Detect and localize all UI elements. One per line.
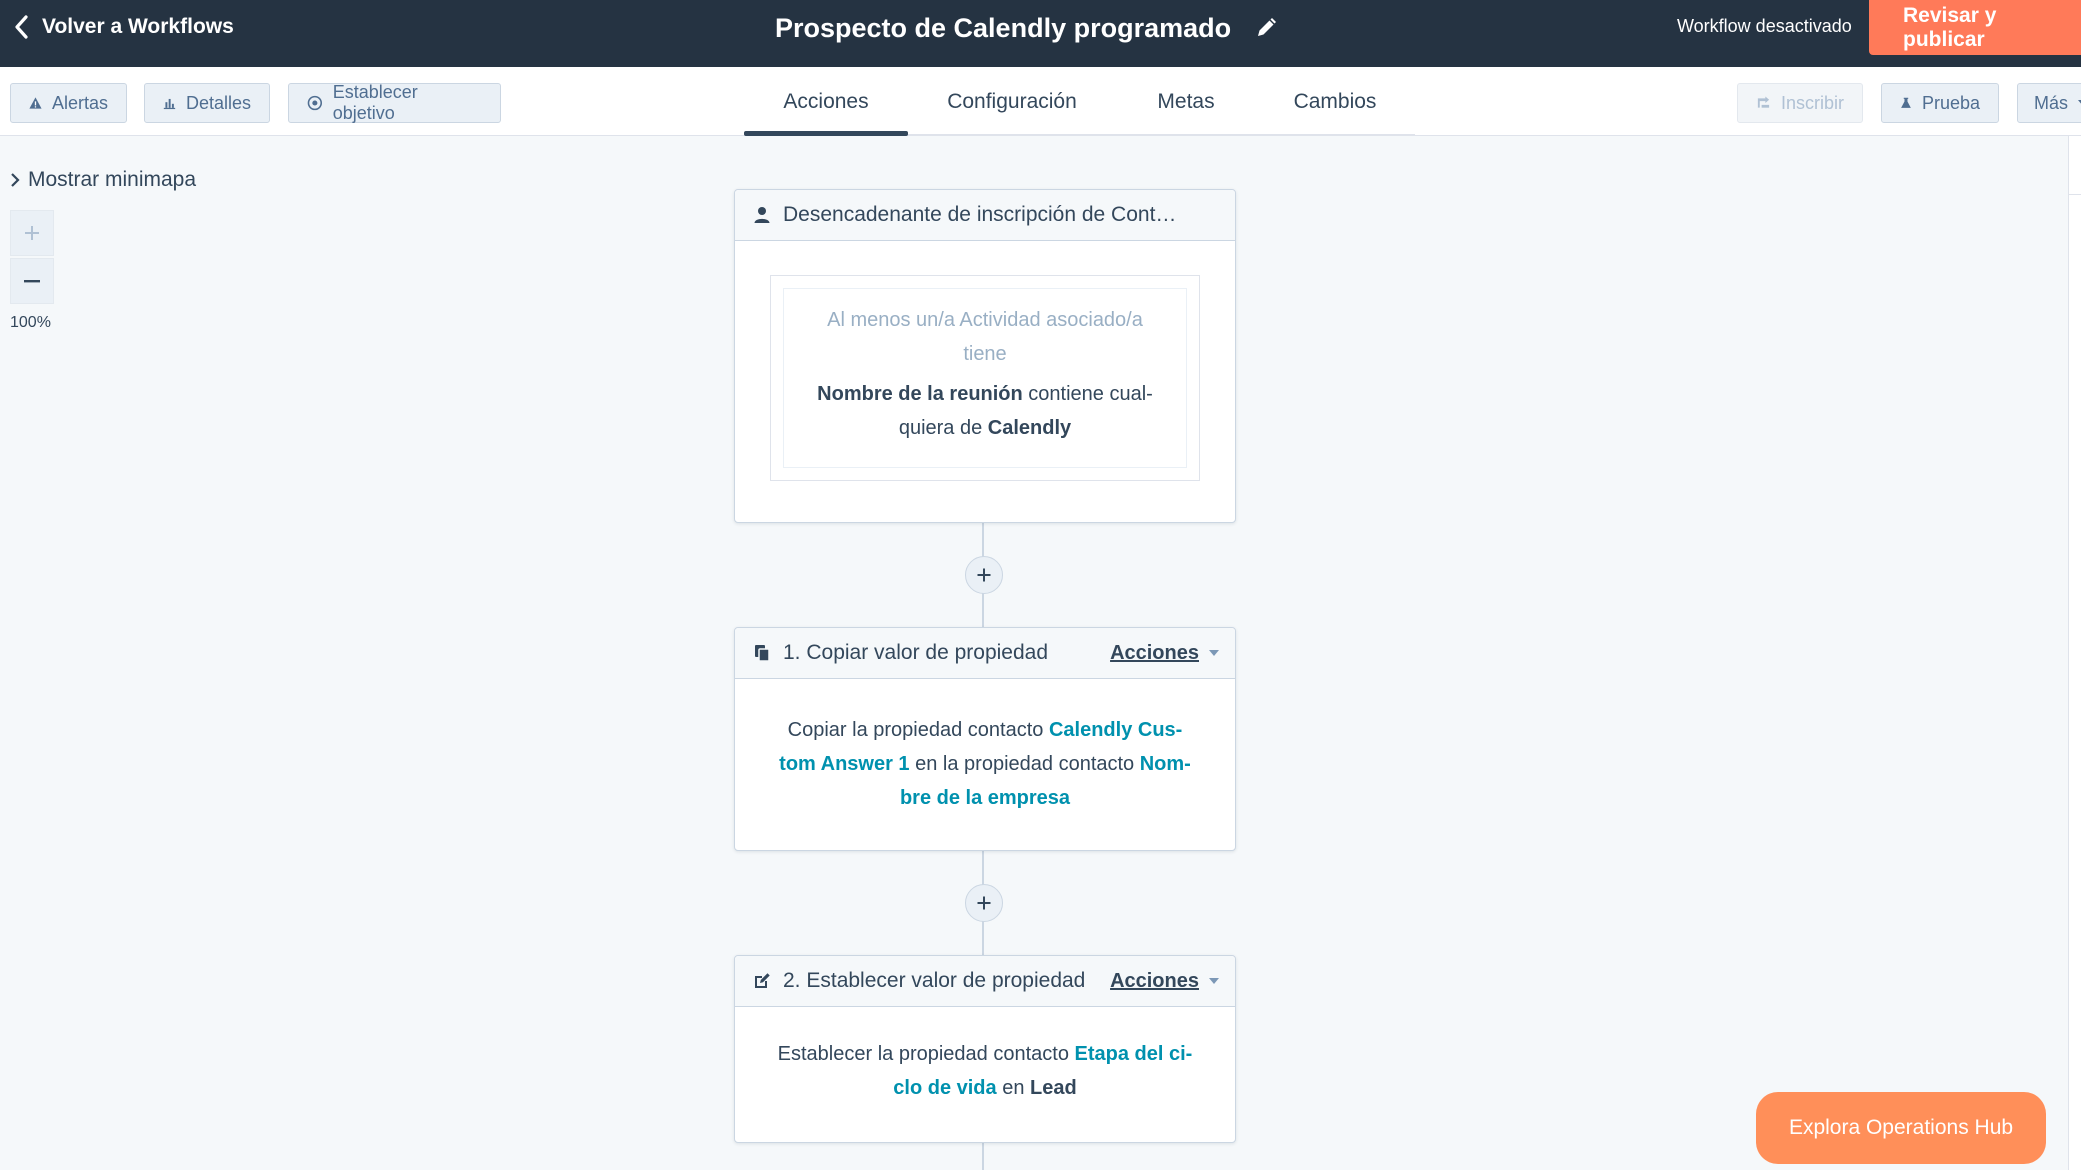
active-tab-indicator: [744, 131, 908, 136]
plus-icon: [977, 896, 991, 910]
copy-icon: [755, 645, 770, 662]
right-panel-edge: [2068, 136, 2081, 1170]
panel-edge-mark: [2069, 194, 2081, 195]
action-line: clo de vida en Lead: [771, 1071, 1199, 1105]
action-text: en la propiedad contacto: [909, 753, 1140, 775]
caret-down-icon: [1209, 978, 1219, 984]
chevron-right-icon: [11, 173, 20, 187]
action-title: 2. Establecer valor de propiedad: [783, 969, 1086, 992]
action-line: Establecer la propiedad contacto Etapa d…: [771, 1037, 1199, 1071]
minus-icon: [24, 280, 40, 283]
enroll-icon: [1757, 96, 1770, 108]
bar-chart-icon: [163, 98, 176, 110]
review-and-publish-button[interactable]: Revisar y publicar: [1869, 0, 2081, 55]
source-property-link[interactable]: tom Answer 1: [779, 753, 909, 775]
enroll-label: Inscribir: [1780, 92, 1844, 113]
zoom-in-button[interactable]: [10, 210, 54, 256]
alerts-button[interactable]: Alertas: [10, 83, 127, 123]
tab-acciones[interactable]: Acciones: [744, 67, 908, 136]
trigger-filter-line1: Al menos un/a Actividad asociado/a: [827, 309, 1143, 331]
set-goal-label: Establecer objetivo: [332, 82, 418, 123]
trigger-operator-a: contiene cual-: [1022, 383, 1153, 405]
details-label: Detalles: [185, 92, 251, 113]
target-property-link[interactable]: bre de la empresa: [900, 787, 1070, 809]
more-dropdown[interactable]: Más: [2017, 83, 2081, 123]
property-link[interactable]: clo de vida: [893, 1077, 996, 1099]
more-label: Más: [2034, 92, 2069, 113]
workflow-title: Prospecto de Calendly programado: [775, 0, 1277, 56]
action-description: Copiar la propiedad contacto Calendly Cu…: [735, 679, 1235, 851]
zoom-out-button[interactable]: [10, 258, 54, 304]
action-line: tom Answer 1 en la propiedad contacto No…: [771, 747, 1199, 781]
trigger-filter-line2: tiene: [963, 343, 1007, 365]
trigger-condition-cont: quiera de Calendly: [804, 411, 1166, 445]
trigger-card-header: Desencadenante de inscripción de Cont…: [735, 190, 1235, 241]
action-card-header: 1. Copiar valor de propiedad Acciones: [735, 628, 1235, 679]
back-to-workflows-link[interactable]: Volver a Workflows: [12, 0, 234, 53]
action-description: Establecer la propiedad contacto Etapa d…: [735, 1007, 1235, 1141]
person-icon: [754, 207, 770, 223]
actions-dropdown[interactable]: Acciones: [1110, 970, 1219, 993]
caret-down-icon: [1209, 650, 1219, 656]
action-card-set-property[interactable]: 2. Establecer valor de propiedad Accione…: [734, 955, 1236, 1143]
top-bar: Volver a Workflows Prospecto de Calendly…: [0, 0, 2081, 67]
action-line: Copiar la propiedad contacto Calendly Cu…: [771, 713, 1199, 747]
action-text: Copiar la propiedad contacto: [787, 719, 1049, 741]
property-value: Lead: [1030, 1077, 1077, 1099]
action-text: en: [996, 1077, 1031, 1099]
trigger-filter-container: Al menos un/a Actividad asociado/a tiene…: [770, 275, 1200, 481]
zoom-level: 100%: [10, 314, 51, 331]
add-action-button[interactable]: [965, 884, 1003, 922]
test-button[interactable]: Prueba: [1881, 83, 1999, 123]
workflow-title-text: Prospecto de Calendly programado: [775, 12, 1232, 43]
actions-label: Acciones: [1110, 641, 1199, 664]
trigger-filter: Al menos un/a Actividad asociado/a tiene…: [783, 288, 1187, 468]
tab-cambios[interactable]: Cambios: [1268, 67, 1402, 136]
actions-label: Acciones: [1110, 969, 1199, 992]
minimap-label: Mostrar minimapa: [28, 168, 197, 191]
property-link[interactable]: Etapa del ci-: [1075, 1043, 1193, 1065]
source-property-link[interactable]: Calendly Cus-: [1049, 719, 1182, 741]
pencil-icon[interactable]: [1255, 17, 1277, 39]
test-label: Prueba: [1921, 92, 1980, 113]
trigger-property: Nombre de la reunión: [817, 383, 1023, 405]
trigger-condition: Nombre de la reunión contiene cual-: [804, 377, 1166, 411]
action-card-header: 2. Establecer valor de propiedad Accione…: [735, 956, 1235, 1007]
enrollment-trigger-card[interactable]: Desencadenante de inscripción de Cont… A…: [734, 189, 1236, 523]
set-goal-button[interactable]: Establecer objetivo: [288, 82, 501, 123]
alerts-label: Alertas: [51, 92, 108, 113]
action-line: bre de la empresa: [771, 781, 1199, 815]
plus-icon: [977, 568, 991, 582]
trigger-title: Desencadenante de inscripción de Cont…: [783, 203, 1177, 226]
add-action-button[interactable]: [965, 556, 1003, 594]
target-icon: [307, 95, 323, 111]
explore-operations-hub-button[interactable]: Explora Operations Hub: [1756, 1092, 2046, 1164]
flask-icon: [1901, 97, 1911, 108]
edit-icon: [755, 973, 770, 988]
workflow-status: Workflow desactivado: [1677, 16, 1852, 36]
warning-icon: [29, 97, 42, 109]
enroll-button[interactable]: Inscribir: [1737, 83, 1863, 123]
plus-icon: [25, 226, 39, 240]
back-link-label: Volver a Workflows: [42, 14, 234, 38]
trigger-operator-b: quiera de: [898, 417, 988, 439]
chevron-left-icon: [15, 14, 28, 39]
action-text: Establecer la propiedad contacto: [777, 1043, 1075, 1065]
target-property-link[interactable]: Nom-: [1140, 753, 1191, 775]
connector-line: [982, 1142, 984, 1170]
details-button[interactable]: Detalles: [144, 83, 270, 123]
actions-dropdown[interactable]: Acciones: [1110, 642, 1219, 665]
tab-metas[interactable]: Metas: [1136, 67, 1236, 136]
action-title: 1. Copiar valor de propiedad: [783, 641, 1049, 664]
action-card-copy-property[interactable]: 1. Copiar valor de propiedad Acciones Co…: [734, 627, 1236, 851]
show-minimap-toggle[interactable]: Mostrar minimapa: [10, 168, 196, 192]
tab-configuracion[interactable]: Configuración: [920, 67, 1104, 136]
trigger-value: Calendly: [987, 417, 1072, 439]
toolbar: Alertas Detalles Establecer objetivo Acc…: [0, 67, 2081, 136]
